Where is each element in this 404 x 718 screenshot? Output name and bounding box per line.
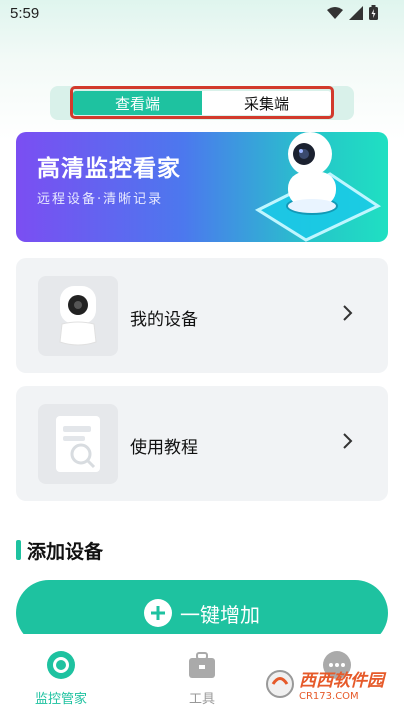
my-devices-card[interactable]: 我的设备 [16,258,388,373]
phone-camera-illustration [254,132,382,242]
add-button-label: 一键增加 [180,602,260,627]
section-accent-bar [16,540,21,560]
chevron-right-icon [343,305,353,321]
card-label: 使用教程 [130,438,198,458]
status-bar: 5:59 [0,0,404,28]
banner-title: 高清监控看家 [37,156,181,182]
card-thumbnail [38,404,118,484]
watermark-logo [266,670,294,698]
battery-icon [369,5,378,20]
tab-label: 监控管家 [34,692,87,707]
watermark-url: CR173.COM [299,691,359,702]
status-icons [327,5,378,20]
plus-circle-icon [144,599,172,627]
toolbox-icon [189,652,215,678]
camera-eye-icon [47,651,75,679]
camera-icon [59,286,97,346]
status-time: 5:59 [10,5,40,22]
card-label: 我的设备 [130,310,198,330]
chevron-right-icon [343,433,353,449]
tab-tools[interactable]: 工具 [157,650,247,707]
card-thumbnail [38,276,118,356]
promo-banner[interactable]: 高清监控看家 远程设备·清晰记录 [16,132,388,242]
section-title: 添加设备 [27,541,104,563]
document-icon [56,416,100,472]
signal-icon [349,5,363,20]
annotation-highlight-box [70,86,334,119]
wifi-icon [327,6,343,19]
banner-subtitle: 远程设备·清晰记录 [37,192,164,207]
watermark-text: 西西软件园 [299,671,384,691]
watermark: 西西软件园 CR173.COM [265,666,384,702]
tab-label: 工具 [188,692,215,707]
tab-monitor[interactable]: 监控管家 [16,650,106,707]
tutorial-card[interactable]: 使用教程 [16,386,388,501]
